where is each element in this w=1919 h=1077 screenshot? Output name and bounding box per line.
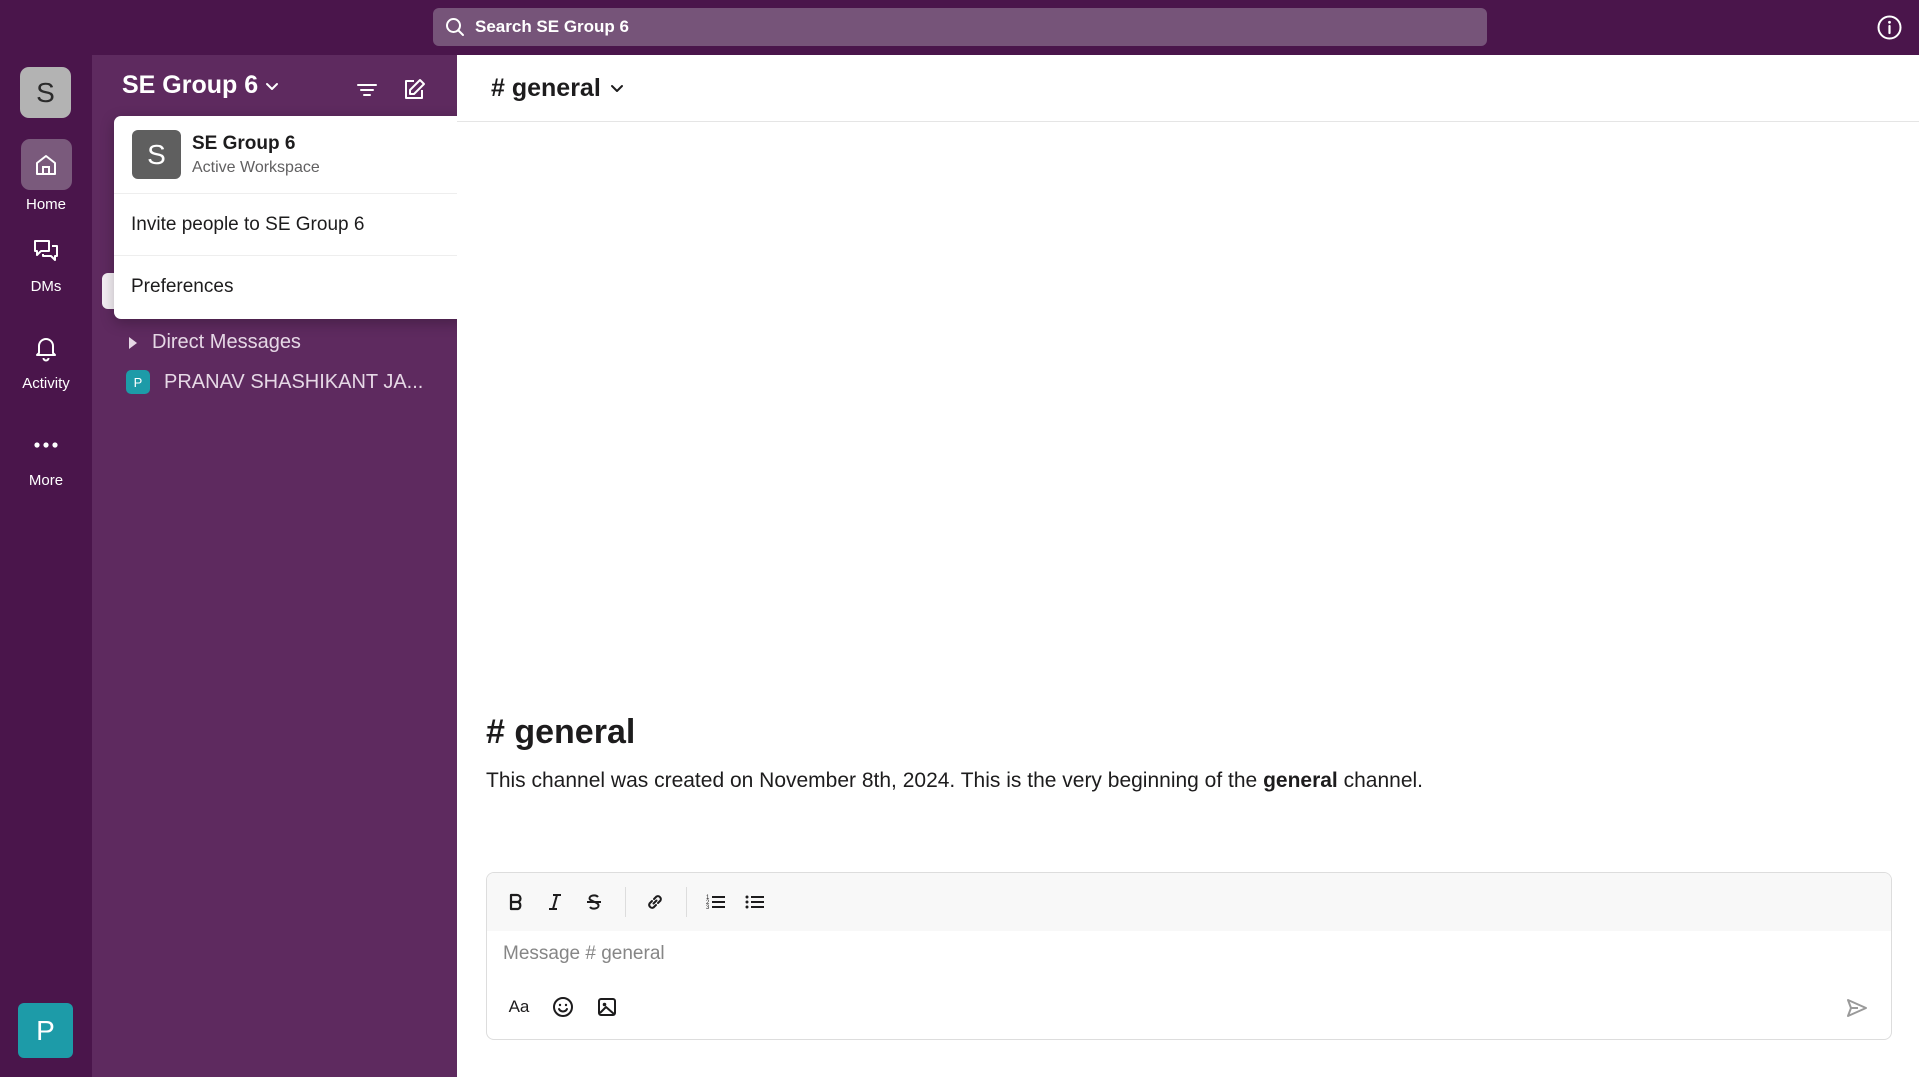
bullet-list-icon[interactable] [742, 889, 768, 915]
home-icon [20, 139, 72, 190]
sidebar-section-direct-messages[interactable]: Direct Messages [128, 331, 301, 354]
channel-header: # general [457, 55, 1919, 122]
rail-item-home[interactable]: Home [0, 139, 92, 213]
search-icon [445, 17, 465, 37]
bell-icon [21, 333, 72, 363]
composer-tools: Aa [505, 993, 637, 1021]
workspace-name: SE Group 6 [122, 71, 259, 99]
workspace-menu-subtitle: Active Workspace [192, 158, 320, 176]
rail-item-activity[interactable]: Activity [0, 333, 92, 392]
rail-label-more: More [28, 472, 64, 489]
dm-avatar: P [126, 370, 150, 394]
ordered-list-icon[interactable]: 123 [703, 889, 729, 915]
dms-icon [21, 236, 72, 266]
nav-rail: S Home DMs Activity More P [0, 55, 92, 1077]
message-input[interactable] [503, 943, 1803, 965]
chevron-down-icon[interactable] [609, 80, 625, 96]
workspace-name-button[interactable]: SE Group 6 [122, 71, 280, 100]
intro-prefix: This channel was created on November 8th… [486, 769, 1264, 792]
format-toolbar: 123 [487, 873, 1891, 931]
more-icon [21, 430, 72, 460]
channel-main: # general # general This channel was cre… [457, 55, 1919, 1077]
info-icon[interactable] [1876, 14, 1903, 41]
italic-icon[interactable] [542, 889, 568, 915]
search-bar[interactable]: Search SE Group 6 [433, 8, 1487, 46]
strikethrough-icon[interactable] [581, 889, 607, 915]
dm-name: PRANAV SHASHIKANT JA... [164, 370, 424, 393]
rail-label-activity: Activity [22, 375, 70, 392]
filter-icon[interactable] [354, 77, 380, 103]
rail-item-more[interactable]: More [0, 430, 92, 489]
toolbar-divider [625, 887, 626, 917]
link-icon[interactable] [642, 889, 668, 915]
menu-item-preferences[interactable]: Preferences [114, 256, 465, 318]
send-icon[interactable] [1843, 994, 1871, 1022]
workspace-menu-name: SE Group 6 [192, 132, 296, 154]
sidebar-item-dm[interactable]: P PRANAV SHASHIKANT JA... [126, 370, 423, 394]
section-label: Direct Messages [152, 331, 301, 353]
rail-item-dms[interactable]: DMs [0, 236, 92, 295]
rail-label-home: Home [25, 196, 66, 213]
workspace-menu-header: S SE Group 6 Active Workspace [114, 116, 465, 194]
bold-icon[interactable] [503, 889, 529, 915]
menu-item-invite-people[interactable]: Invite people to SE Group 6 [114, 194, 465, 256]
channel-intro-text: This channel was created on November 8th… [486, 769, 1423, 793]
caret-right-icon [128, 336, 138, 349]
message-composer: 123 Aa [486, 872, 1892, 1040]
svg-text:3: 3 [706, 905, 710, 911]
workspace-avatar[interactable]: S [20, 67, 71, 118]
rail-label-dms: DMs [30, 278, 62, 295]
workspace-menu-avatar: S [132, 130, 181, 179]
image-icon[interactable] [593, 993, 621, 1021]
emoji-icon[interactable] [549, 993, 577, 1021]
user-avatar[interactable]: P [18, 1003, 73, 1058]
workspace-menu: S SE Group 6 Active Workspace Invite peo… [114, 116, 465, 319]
channel-name-button[interactable]: # general [491, 74, 601, 103]
channel-intro-title: # general [486, 713, 636, 751]
top-bar: Search SE Group 6 [0, 0, 1919, 55]
toolbar-divider [686, 887, 687, 917]
intro-channel-name: general [1263, 769, 1338, 792]
search-placeholder: Search SE Group 6 [475, 17, 629, 36]
intro-suffix: channel. [1337, 769, 1423, 792]
compose-icon[interactable] [401, 77, 427, 103]
text-format-toggle[interactable]: Aa [505, 993, 533, 1021]
chevron-down-icon [264, 78, 280, 94]
